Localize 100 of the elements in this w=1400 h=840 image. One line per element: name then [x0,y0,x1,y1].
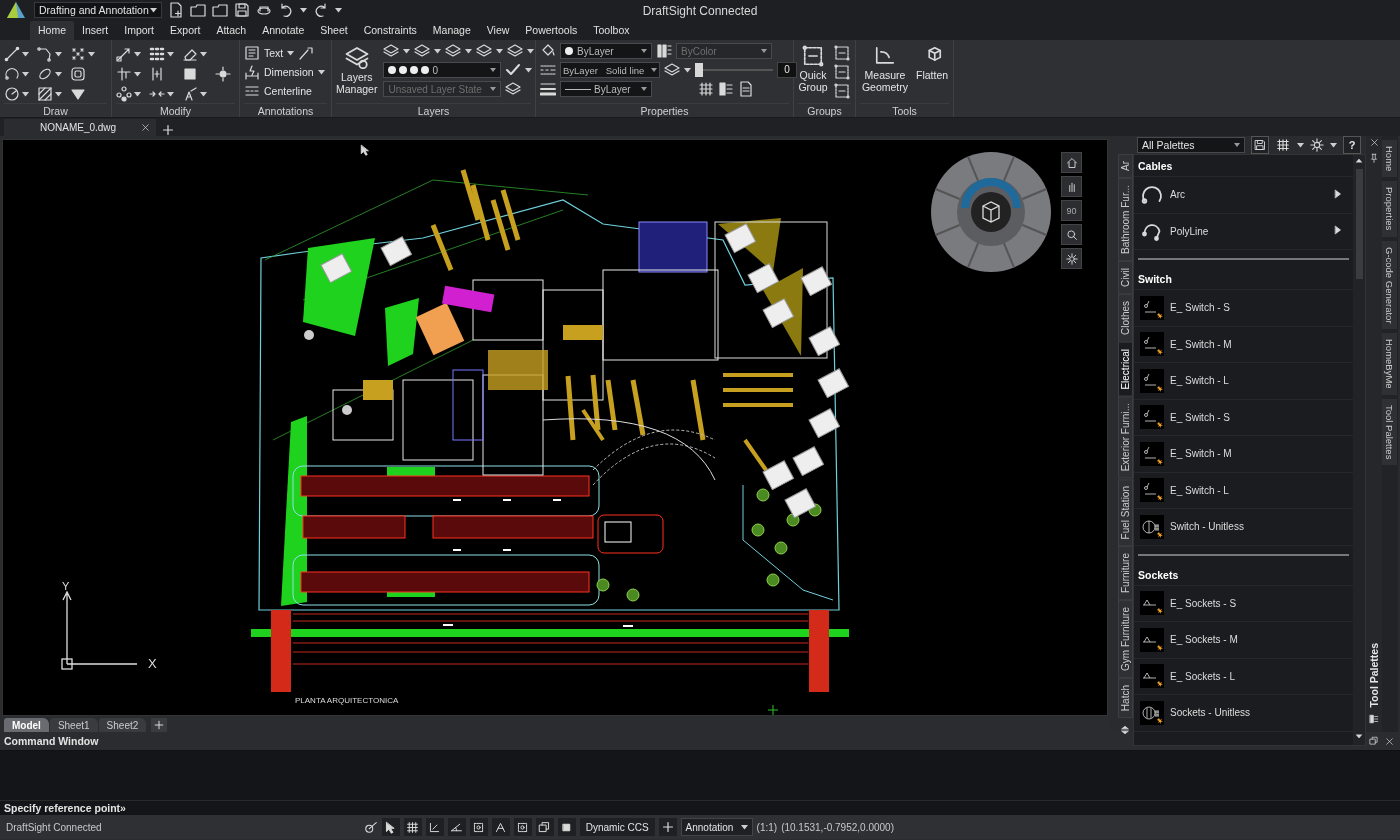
dropdown-arrow-icon[interactable] [641,87,647,91]
trim-icon[interactable] [116,66,132,82]
palette-item[interactable]: E_ Switch - S [1134,290,1353,327]
socket-symbol-icon[interactable] [1140,664,1164,689]
transparency-icon[interactable] [656,43,672,59]
block-icon[interactable] [182,66,198,82]
points-icon[interactable] [70,46,86,62]
linestyle-icon[interactable] [540,62,556,78]
close-icon[interactable] [1385,736,1394,746]
explode-icon[interactable] [215,66,231,82]
menu-tab[interactable]: View [478,21,518,40]
palette-tab[interactable]: Gym Furniture [1118,600,1133,678]
undo-icon[interactable] [278,2,294,18]
nodes-icon[interactable] [116,86,132,102]
app-logo-icon[interactable] [4,0,28,20]
triangle-icon[interactable] [70,86,86,102]
annotation-tool[interactable]: Dimension [264,66,314,78]
rotate-angle-button[interactable]: 90 [1061,200,1082,221]
menu-tab[interactable]: Export [162,21,209,40]
measure-icon[interactable] [874,45,896,67]
check-icon[interactable] [505,62,522,78]
palette-tab[interactable]: Exterior Furni... [1118,396,1133,479]
palette-item[interactable]: E_ Sockets - L [1134,658,1353,695]
annotation-tool[interactable]: Text [264,47,284,59]
menu-tab[interactable]: Sheet [312,21,356,40]
dropdown-arrow-icon[interactable] [22,51,29,57]
switch-symbol-icon[interactable] [1140,514,1164,539]
layer-states-icon[interactable] [505,81,522,97]
dropdown-arrow-icon[interactable] [55,71,62,77]
line-icon[interactable] [4,46,20,62]
scroll-up-icon[interactable] [1355,157,1363,165]
lineweight-icon[interactable] [540,81,556,97]
switch-symbol-icon[interactable] [1140,441,1164,466]
flatten-button[interactable]: Flatten [916,45,949,81]
palette-item[interactable]: Arc [1134,177,1353,214]
switch-symbol-icon[interactable] [1140,478,1164,503]
move-icon[interactable] [116,46,132,62]
save-icon[interactable] [234,2,250,18]
dock-tab[interactable]: HomeByMe [1382,333,1397,395]
layer-stack-icon[interactable] [507,43,524,59]
scrollbar-thumb[interactable] [1355,169,1363,279]
command-prompt[interactable]: Specify reference point» [0,800,1400,815]
menu-tab[interactable]: Constraints [355,21,425,40]
dropdown-arrow-icon[interactable] [651,68,657,72]
text-style-icon[interactable] [182,86,198,102]
dropdown-arrow-icon[interactable] [403,48,411,54]
palette-tab[interactable]: Civil [1118,260,1133,294]
switch-symbol-icon[interactable] [1140,405,1164,430]
dropdown-arrow-icon[interactable] [525,67,533,73]
layer-dropdown[interactable]: 0 [383,62,502,78]
dropdown-arrow-icon[interactable] [200,91,207,97]
dropdown-arrow-icon[interactable] [684,67,691,73]
list-icon[interactable] [718,81,734,97]
circle-icon[interactable] [4,86,20,102]
menu-tab[interactable]: Annotate [254,21,313,40]
navigation-wheel[interactable] [929,150,1053,274]
switch-symbol-icon[interactable] [1140,295,1164,320]
drawing-canvas[interactable]: PLANTA ARQUITECTONICA 90 Y X [2,139,1108,716]
dropdown-arrow-icon[interactable] [287,50,295,56]
offset-icon[interactable] [70,66,86,82]
document-tab[interactable]: NONAME_0.dwg [4,119,156,136]
dropdown-arrow-icon[interactable] [134,91,141,97]
palette-tab[interactable]: Clothes [1118,293,1133,342]
redo-icon[interactable] [313,2,329,18]
menu-tab[interactable]: Powertools [517,21,586,40]
dropdown-arrow-icon[interactable] [22,71,29,77]
palette-item[interactable]: E_ Switch - L [1134,472,1353,509]
sheet-tab[interactable]: Sheet2 [98,718,147,732]
dimension-icon[interactable] [244,64,260,80]
dropdown-arrow-icon[interactable] [740,824,748,830]
palette-tab[interactable]: Hatch [1118,677,1133,719]
pin-icon[interactable] [1369,153,1379,163]
dropdown-arrow-icon[interactable] [1234,143,1240,147]
stretch-icon[interactable] [149,66,165,82]
open-folder-icon[interactable] [190,2,206,18]
palette-tab[interactable]: Fuel Station [1118,478,1133,547]
dock-tab[interactable]: Tool Palettes [1382,398,1397,466]
array-icon[interactable] [149,46,165,62]
layers-manager-button[interactable]: Layers Manager [336,45,378,95]
group-icon[interactable] [802,45,824,67]
palette-item[interactable]: Switch - Unitless [1134,509,1353,546]
settings-icon[interactable] [1310,138,1324,152]
palette-item[interactable]: E_ Sockets - M [1134,622,1353,659]
transparency-slider[interactable] [695,63,703,77]
quick-group-button[interactable]: Quick Group [798,45,828,93]
palette-item[interactable]: E_ Switch - M [1134,326,1353,363]
dropdown-arrow-icon[interactable] [496,48,504,54]
annotation-tool[interactable]: Centerline [264,85,312,97]
model-tab[interactable]: Model [4,718,49,732]
dropdown-arrow-icon[interactable] [150,7,157,13]
menu-tab[interactable]: Insert [74,21,117,40]
scroll-down-icon[interactable] [1355,732,1363,741]
document-icon[interactable] [738,81,754,97]
palette-item[interactable]: Sockets - Unitless [1134,695,1353,732]
socket-symbol-icon[interactable] [1140,700,1164,725]
close-icon[interactable] [141,123,150,132]
centerline-icon[interactable] [244,83,260,99]
dropdown-arrow-icon[interactable] [335,7,342,13]
lineweight-dropdown[interactable]: ByLayer [560,81,652,97]
palette-tab[interactable]: Furniture [1118,546,1133,601]
